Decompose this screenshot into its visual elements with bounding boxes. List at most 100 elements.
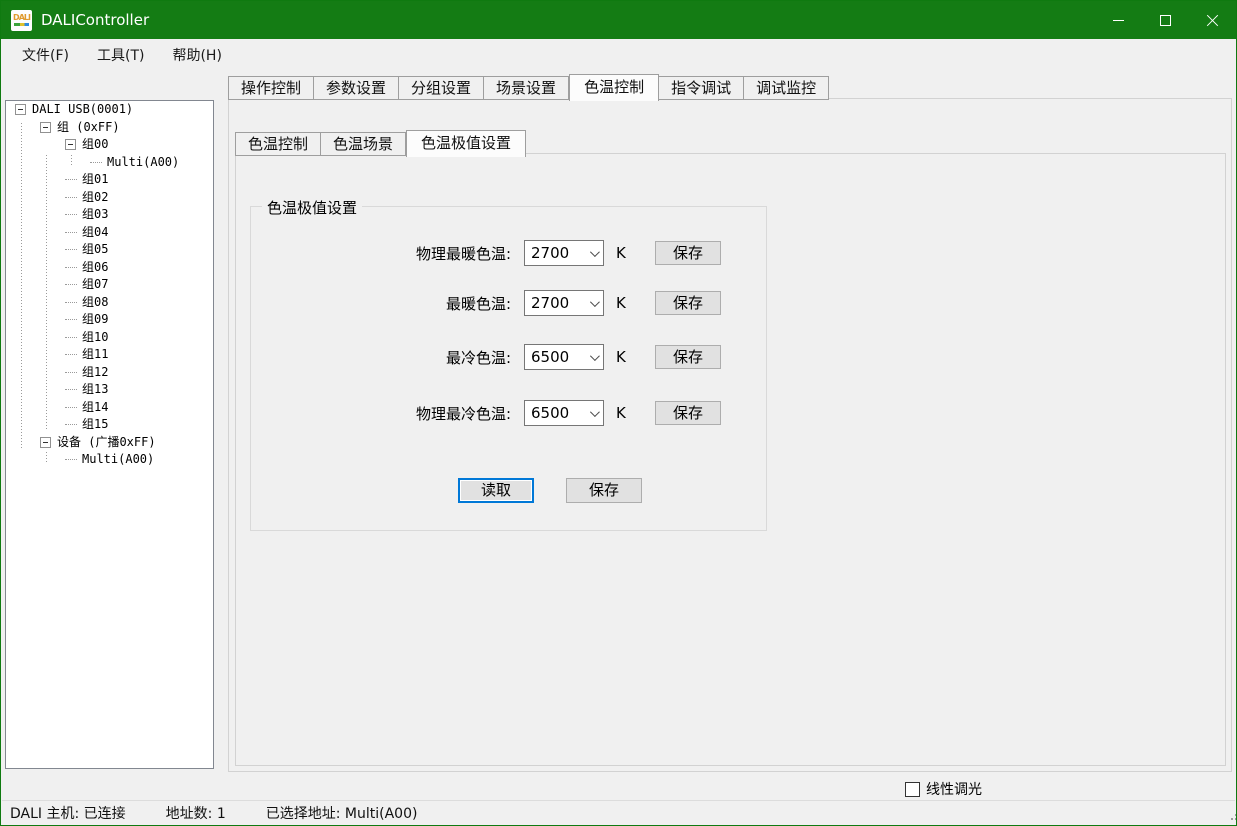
tree-item[interactable]: 组06	[6, 259, 213, 277]
save-all-button[interactable]: 保存	[566, 478, 642, 503]
window-controls	[1095, 1, 1236, 39]
status-bar: DALI 主机: 已连接 地址数: 1 已选择地址: Multi(A00)	[2, 800, 1235, 824]
close-button[interactable]	[1189, 1, 1236, 39]
tab-command-debug[interactable]: 指令调试	[659, 76, 744, 100]
tree-item[interactable]: 组00	[6, 136, 213, 154]
tree-connector-icon	[65, 302, 77, 303]
coolest-ct-value: 6500	[531, 348, 590, 366]
collapse-minus-icon[interactable]	[40, 122, 51, 133]
tree-item-label: 组01	[82, 171, 108, 189]
app-icon: DALI	[11, 10, 32, 31]
tree-item[interactable]: 组 (0xFF)	[6, 119, 213, 137]
coolest-ct-unit-label: K	[616, 348, 630, 366]
tree-connector-icon	[65, 424, 77, 425]
tree-item-label: 组11	[82, 346, 108, 364]
tree-item[interactable]: 组14	[6, 399, 213, 417]
minimize-button[interactable]	[1095, 1, 1142, 39]
menu-help[interactable]: 帮助(H)	[163, 41, 230, 69]
ct-limits-groupbox: 色温极值设置 物理最暖色温:2700K保存最暖色温:2700K保存最冷色温:65…	[250, 206, 767, 531]
tree-connector-icon	[65, 319, 77, 320]
tab-scene-settings[interactable]: 场景设置	[484, 76, 569, 100]
physical-coolest-ct-combobox[interactable]: 6500	[524, 400, 604, 426]
subtab-ct-limits[interactable]: 色温极值设置	[406, 130, 526, 157]
tree-item[interactable]: 组05	[6, 241, 213, 259]
groupbox-title: 色温极值设置	[262, 197, 362, 218]
warmest-ct-combobox[interactable]: 2700	[524, 290, 604, 316]
tree-item[interactable]: 组12	[6, 364, 213, 382]
warmest-ct-save-button[interactable]: 保存	[655, 291, 721, 315]
read-button[interactable]: 读取	[458, 478, 534, 503]
chevron-down-icon	[590, 351, 600, 361]
tree-item[interactable]: Multi(A00)	[6, 451, 213, 469]
tree-item-label: 组 (0xFF)	[57, 119, 120, 137]
tree-item[interactable]: 组08	[6, 294, 213, 312]
physical-warmest-ct-combobox[interactable]: 2700	[524, 240, 604, 266]
tree-item-label: 组08	[82, 294, 108, 312]
physical-warmest-ct-label: 物理最暖色温:	[251, 243, 511, 264]
tree-item-label: 组06	[82, 259, 108, 277]
tree-item[interactable]: 组09	[6, 311, 213, 329]
physical-coolest-ct-label: 物理最冷色温:	[251, 403, 511, 424]
tree-connector-icon	[65, 337, 77, 338]
collapse-minus-icon[interactable]	[15, 104, 26, 115]
tree-item-label: 组07	[82, 276, 108, 294]
physical-warmest-ct-value: 2700	[531, 244, 590, 262]
tab-grouping-settings[interactable]: 分组设置	[399, 76, 484, 100]
tree-item[interactable]: DALI USB(0001)	[6, 101, 213, 119]
sub-tab-strip: 色温控制色温场景色温极值设置	[235, 130, 526, 156]
status-host-connection: DALI 主机: 已连接	[10, 803, 126, 823]
coolest-ct-combobox[interactable]: 6500	[524, 344, 604, 370]
tree-item-label: 组05	[82, 241, 108, 259]
physical-warmest-ct-save-button[interactable]: 保存	[655, 241, 721, 265]
tab-color-temp-control[interactable]: 色温控制	[569, 74, 659, 101]
tree-connector-icon	[65, 179, 77, 180]
warmest-ct-value: 2700	[531, 294, 590, 312]
collapse-minus-icon[interactable]	[40, 437, 51, 448]
tree-item[interactable]: 组07	[6, 276, 213, 294]
app-window: DALI DALIController 文件(F)工具(T)帮助(H) DALI…	[0, 0, 1237, 826]
tab-debug-monitor[interactable]: 调试监控	[744, 76, 829, 100]
maximize-icon	[1160, 15, 1171, 26]
tree-connector-icon	[90, 162, 102, 163]
resize-grip-icon[interactable]	[1229, 818, 1231, 820]
tree-item-label: 组09	[82, 311, 108, 329]
tab-parameter-settings[interactable]: 参数设置	[314, 76, 399, 100]
tree-connector-icon	[65, 232, 77, 233]
tree-item[interactable]: 组02	[6, 189, 213, 207]
coolest-ct-save-button[interactable]: 保存	[655, 345, 721, 369]
menu-file[interactable]: 文件(F)	[13, 41, 78, 69]
device-tree: DALI USB(0001)组 (0xFF)组00Multi(A00)组01组0…	[5, 100, 214, 769]
linear-dimming-option: 线性调光	[905, 779, 982, 799]
physical-coolest-ct-value: 6500	[531, 404, 590, 422]
tree-item[interactable]: 组15	[6, 416, 213, 434]
tree-item-label: 组14	[82, 399, 108, 417]
maximize-button[interactable]	[1142, 1, 1189, 39]
linear-dimming-checkbox[interactable]	[905, 782, 920, 797]
tab-operation-control[interactable]: 操作控制	[228, 76, 314, 100]
tree-item[interactable]: Multi(A00)	[6, 154, 213, 172]
warmest-ct-unit-label: K	[616, 294, 630, 312]
tree-item[interactable]: 组01	[6, 171, 213, 189]
status-address-count: 地址数: 1	[166, 803, 226, 823]
tree-connector-icon	[65, 354, 77, 355]
tree-item[interactable]: 组11	[6, 346, 213, 364]
tree-item[interactable]: 组04	[6, 224, 213, 242]
collapse-minus-icon[interactable]	[65, 139, 76, 150]
physical-warmest-ct-row: 物理最暖色温:2700K保存	[251, 240, 766, 266]
tree-item-label: 组04	[82, 224, 108, 242]
linear-dimming-label: 线性调光	[926, 779, 982, 799]
physical-coolest-ct-save-button[interactable]: 保存	[655, 401, 721, 425]
minimize-icon	[1113, 20, 1124, 21]
tree-connector-icon	[65, 197, 77, 198]
tree-item[interactable]: 组10	[6, 329, 213, 347]
subtab-ct-control[interactable]: 色温控制	[235, 132, 321, 156]
tree-item-label: DALI USB(0001)	[32, 101, 133, 119]
main-tab-strip: 操作控制参数设置分组设置场景设置色温控制指令调试调试监控	[228, 74, 829, 100]
tree-item[interactable]: 组03	[6, 206, 213, 224]
tree-item-label: Multi(A00)	[107, 154, 179, 172]
subtab-ct-scene[interactable]: 色温场景	[321, 132, 406, 156]
menu-tools[interactable]: 工具(T)	[88, 41, 153, 69]
tree-item[interactable]: 设备 (广播0xFF)	[6, 434, 213, 452]
tree-connector-icon	[65, 284, 77, 285]
tree-item[interactable]: 组13	[6, 381, 213, 399]
